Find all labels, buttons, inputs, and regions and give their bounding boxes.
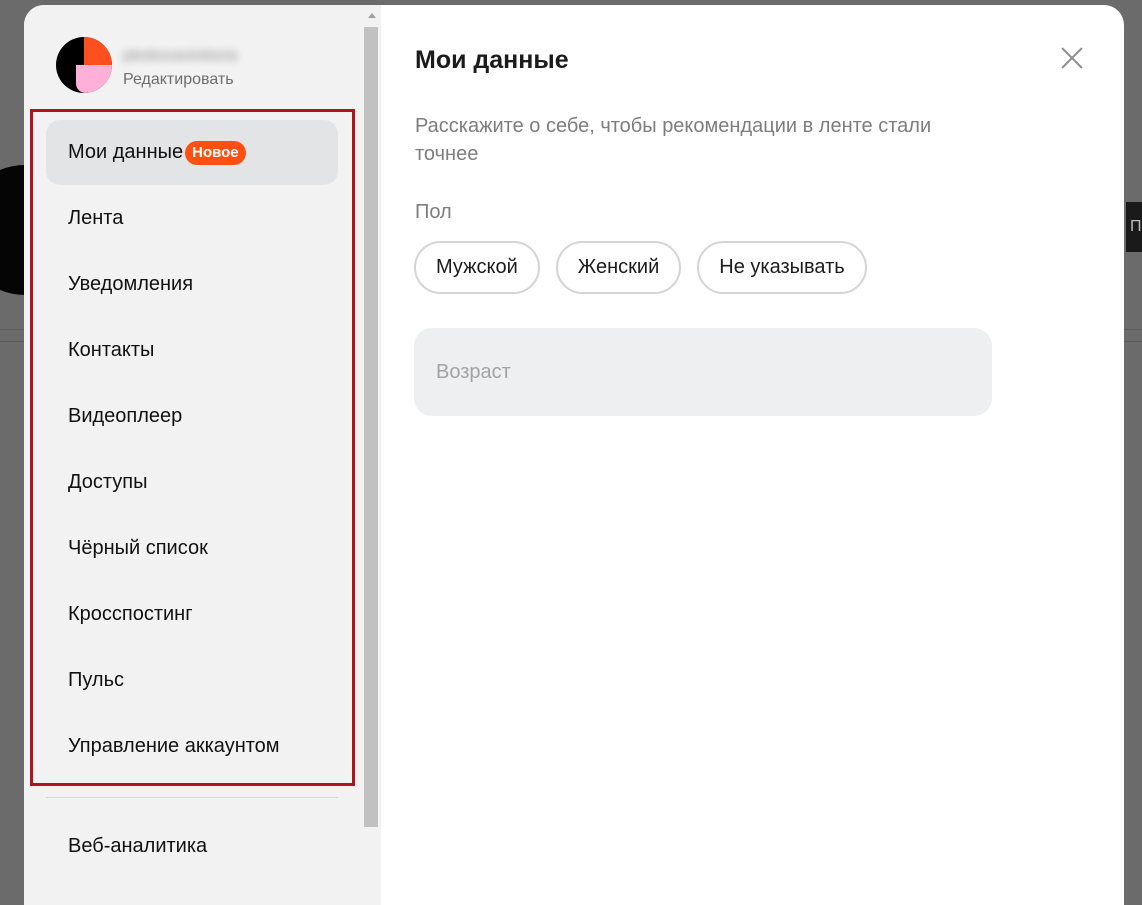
page-subtitle: Расскажите о себе, чтобы рекомендации в … (415, 115, 932, 165)
age-input[interactable] (414, 328, 992, 416)
new-badge: Новое (185, 140, 246, 165)
gender-male-button[interactable]: Мужской (414, 241, 540, 294)
sidebar-item-contacts[interactable]: Контакты (46, 318, 338, 383)
sidebar-item-notifications[interactable]: Уведомления (46, 252, 338, 317)
page-title: Мои данные (415, 46, 569, 74)
profile-header[interactable]: pleskovavicktoria Редактировать (56, 37, 346, 97)
sidebar-item-label: Пульс (68, 669, 125, 691)
background-button-label: П (1130, 218, 1142, 235)
avatar[interactable] (56, 37, 112, 93)
sidebar-item-label: Чёрный список (68, 537, 208, 559)
settings-sidebar: pleskovavicktoria Редактировать Мои данн… (24, 5, 381, 905)
sidebar-item-access[interactable]: Доступы (46, 450, 338, 515)
sidebar-item-label: Доступы (68, 471, 148, 493)
sidebar-divider (46, 797, 338, 798)
sidebar-item-blacklist[interactable]: Чёрный список (46, 516, 338, 581)
sidebar-item-account-management[interactable]: Управление аккаунтом (46, 714, 338, 779)
background-button: П (1126, 202, 1142, 252)
edit-profile-link[interactable]: Редактировать (123, 71, 234, 89)
sidebar-item-label: Мои данные (68, 141, 184, 163)
sidebar-item-label: Кросспостинг (68, 603, 193, 625)
scroll-thumb[interactable] (364, 27, 378, 827)
sidebar-item-video-player[interactable]: Видеоплеер (46, 384, 338, 449)
username: pleskovavicktoria (123, 47, 238, 64)
gender-female-button[interactable]: Женский (555, 241, 682, 294)
sidebar-item-label: Уведомления (68, 273, 194, 295)
sidebar-item-crossposting[interactable]: Кросспостинг (46, 582, 338, 647)
sidebar-item-web-analytics[interactable]: Веб-аналитика (46, 814, 338, 879)
settings-content: Мои данные Расскажите о себе, чтобы реко… (381, 5, 1124, 905)
sidebar-item-label: Веб-аналитика (68, 835, 208, 857)
sidebar-item-my-data[interactable]: Мои данные Новое (46, 120, 338, 185)
scroll-up-arrow-icon[interactable] (368, 13, 376, 18)
close-icon[interactable] (1057, 43, 1087, 73)
sidebar-item-label: Контакты (68, 339, 155, 361)
sidebar-item-label: Управление аккаунтом (68, 735, 280, 757)
sidebar-item-label: Видеоплеер (68, 405, 183, 427)
gender-unspecified-button[interactable]: Не указывать (697, 241, 867, 294)
gender-options: Мужской Женский Не указывать (414, 241, 867, 294)
sidebar-item-pulse[interactable]: Пульс (46, 648, 338, 713)
settings-modal: pleskovavicktoria Редактировать Мои данн… (24, 5, 1124, 905)
sidebar-item-feed[interactable]: Лента (46, 186, 338, 251)
gender-label: Пол (415, 201, 452, 223)
sidebar-scrollbar[interactable] (361, 5, 381, 905)
sidebar-item-label: Лента (68, 207, 124, 229)
